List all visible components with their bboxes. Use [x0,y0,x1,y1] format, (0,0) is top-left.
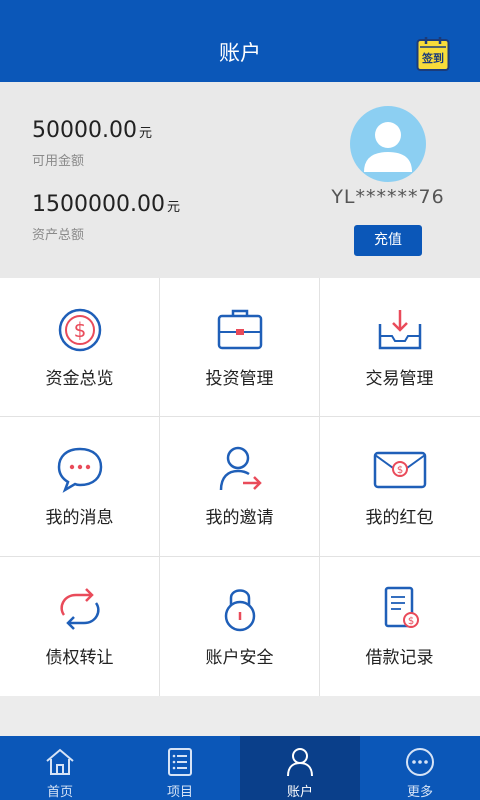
total-assets: 1500000.00 元 [32,192,180,217]
tray-download-icon [378,310,421,350]
grid-item-invitations[interactable]: 我的邀请 [160,417,319,555]
available-amount-value: 50000.00 [32,118,137,143]
transfer-cycle-icon [59,588,100,630]
total-assets-unit: 元 [166,200,180,215]
grid-item-label: 交易管理 [365,369,434,389]
available-amount: 50000.00 元 [32,118,152,143]
grid-item-label: 我的邀请 [205,508,274,528]
dollar-coin-icon: $ [58,308,101,352]
tab-account[interactable]: 账户 [240,736,360,800]
grid-item-fund-overview[interactable]: $ 资金总览 [0,278,159,416]
tab-home[interactable]: 首页 [0,736,120,800]
chat-bubble-icon [57,447,102,493]
available-amount-unit: 元 [138,126,152,141]
home-icon [46,748,74,775]
grid-item-debt-transfer[interactable]: 债权转让 [0,557,159,695]
tab-more[interactable]: 更多 [360,736,480,800]
tab-label: 项目 [166,785,193,800]
account-summary: 50000.00 元 可用金额 1500000.00 元 资产总额 YL******… [0,82,480,278]
bottom-tab-bar: 首页 项目 账户 更多 [0,736,480,800]
recharge-button[interactable]: 充值 [354,225,422,256]
header-bar: 账户 签到 [0,0,480,82]
list-icon [168,748,192,776]
available-label: 可用金额 [32,154,85,169]
signin-label: 签到 [422,52,444,65]
grid-item-label: 投资管理 [205,369,274,389]
tab-label: 账户 [286,785,313,800]
grid-item-label: 账户安全 [205,648,274,668]
user-avatar-icon [364,122,412,172]
grid-item-trade[interactable]: 交易管理 [320,278,479,416]
function-grid: $ 资金总览 投资管理 交易管理 我的消息 我的邀请 $ 我的红包 债权转让 账… [0,278,480,696]
padlock-icon [224,589,255,632]
tab-label: 更多 [406,785,433,800]
grid-item-label: 我的红包 [365,508,434,528]
svg-text:$: $ [396,465,402,476]
grid-item-label: 借款记录 [365,648,434,668]
grid-item-red-envelope[interactable]: $ 我的红包 [320,417,479,555]
red-envelope-icon: $ [373,451,426,489]
signin-button[interactable]: 签到 [416,36,450,72]
grid-item-label: 债权转让 [45,648,114,668]
page-title: 账户 [219,41,261,65]
grid-item-label: 我的消息 [45,508,114,528]
tab-projects[interactable]: 项目 [120,736,240,800]
grid-item-label: 资金总览 [45,369,114,389]
grid-item-account-security[interactable]: 账户安全 [160,557,319,695]
grid-item-loan-records[interactable]: $ 借款记录 [320,557,479,695]
document-record-icon: $ [384,586,419,628]
svg-text:$: $ [73,318,86,342]
total-assets-value: 1500000.00 [32,192,165,217]
username: YL******76 [331,186,445,208]
user-arrow-icon [219,446,262,491]
grid-item-investment[interactable]: 投资管理 [160,278,319,416]
briefcase-icon [217,309,262,350]
user-icon [287,748,313,777]
svg-text:$: $ [407,616,413,627]
tab-label: 首页 [46,785,73,800]
grid-item-messages[interactable]: 我的消息 [0,417,159,555]
total-assets-label: 资产总额 [32,228,85,243]
avatar[interactable] [350,106,426,182]
more-icon [406,748,434,776]
